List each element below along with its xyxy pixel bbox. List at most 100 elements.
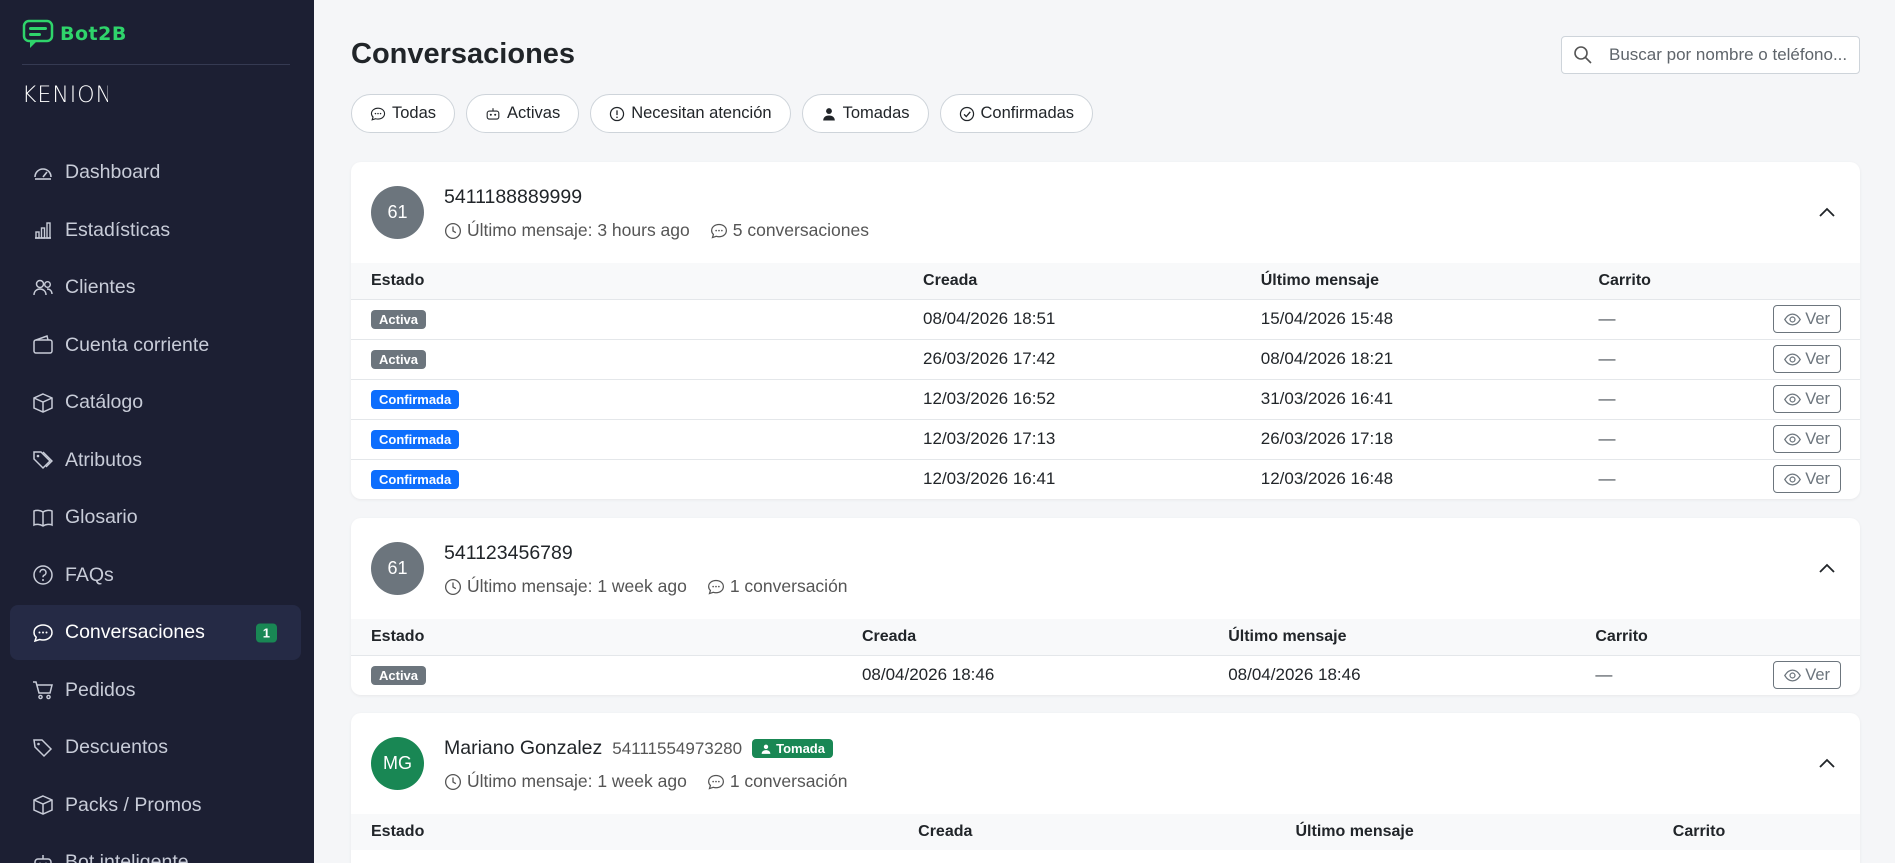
sidebar-item-faqs[interactable]: FAQs xyxy=(10,548,301,603)
filter-label: Necesitan atención xyxy=(631,104,772,122)
sidebar-item-conversaciones[interactable]: Conversaciones 1 xyxy=(10,605,301,660)
sidebar-item-cuenta-corriente[interactable]: Cuenta corriente xyxy=(10,318,301,373)
sidebar-item-label: Clientes xyxy=(65,276,136,298)
sidebar-item-glosario[interactable]: Glosario xyxy=(10,490,301,545)
conversation-table: Estado Creada Último mensaje Carrito Activa 0… xyxy=(351,263,1860,499)
contact-title: 541123456789 xyxy=(444,542,573,565)
view-button[interactable]: Ver xyxy=(1773,425,1841,453)
created-date: 12/03/2026 16:41 xyxy=(923,458,1261,499)
clock-icon xyxy=(444,773,462,790)
view-button[interactable]: Ver xyxy=(1773,661,1841,690)
sidebar-item-catálogo[interactable]: Catálogo xyxy=(10,375,301,430)
conversation-count: 1 conversación xyxy=(729,771,848,791)
conversation-count: 1 conversación xyxy=(729,576,848,596)
tag-icon xyxy=(33,738,53,757)
created-date: 08/04/2026 18:51 xyxy=(923,298,1261,339)
cart-value: — xyxy=(1598,418,1774,459)
filter-todas[interactable]: Todas xyxy=(351,94,456,133)
robot-icon xyxy=(34,854,52,863)
filter-necesitan-atención[interactable]: Necesitan atención xyxy=(590,94,791,133)
chat-icon xyxy=(33,623,53,642)
table-row: Activa 08/04/2026 18:46 08/04/2026 18:46— V… xyxy=(351,654,1860,695)
brand[interactable]: Bot2B xyxy=(22,16,127,52)
robot-icon xyxy=(486,107,500,120)
sidebar-item-bot-inteligente[interactable]: Bot inteligente xyxy=(10,835,301,863)
unread-badge: 1 xyxy=(255,623,277,642)
clock-icon xyxy=(444,578,462,595)
view-button[interactable]: Ver xyxy=(1773,385,1841,413)
brand-name: Bot2B xyxy=(60,23,127,45)
last-message-date: 08/04/2026 18:21 xyxy=(1260,338,1599,379)
view-label: Ver xyxy=(1805,429,1830,448)
col-carrito: Carrito xyxy=(1595,627,1648,645)
status-badge: Confirmada xyxy=(371,390,460,409)
search-input[interactable] xyxy=(1609,45,1849,65)
chevron-up-icon xyxy=(1819,207,1835,217)
contact-header[interactable]: 61 541123456789 Último mensaje: 1 week ago… xyxy=(351,518,1860,619)
sidebar-item-label: Estadísticas xyxy=(65,218,171,241)
sidebar-item-packs-promos[interactable]: Packs / Promos xyxy=(10,778,301,833)
org-logo: KENION xyxy=(22,82,112,112)
view-label: Ver xyxy=(1805,665,1830,684)
table-header-row: Estado Creada Último mensaje Carrito xyxy=(351,619,1860,655)
search-box[interactable] xyxy=(1561,36,1860,74)
sidebar-item-estadísticas[interactable]: Estadísticas xyxy=(10,203,301,258)
col-ultimo-mensaje: Último mensaje xyxy=(1228,627,1347,645)
chat-icon xyxy=(707,774,724,789)
chat-icon xyxy=(710,223,727,238)
col-estado: Estado xyxy=(371,823,425,840)
table-row: Activa 26/03/2026 17:42 08/04/2026 18:21— V… xyxy=(351,338,1860,379)
contact-title: 5411188889999 xyxy=(444,186,582,209)
sidebar-item-pedidos[interactable]: Pedidos xyxy=(10,663,301,718)
sidebar-item-clientes[interactable]: Clientes xyxy=(10,260,301,315)
sidebar: Bot2B KENION Dashboard Estadísticas Client… xyxy=(0,0,314,863)
last-message: Último mensaje: 3 hours ago xyxy=(467,220,690,240)
sidebar-item-dashboard[interactable]: Dashboard xyxy=(10,145,301,200)
sidebar-item-label: Conversaciones xyxy=(65,621,205,643)
last-message-date: 31/03/2026 16:41 xyxy=(1260,378,1599,419)
contact-name: 541123456789 xyxy=(444,542,573,564)
status-badge: Activa xyxy=(371,350,427,369)
contact-card: MG Mariano Gonzalez 54111554973280 Tomada Úl… xyxy=(351,713,1860,863)
contact-meta: Último mensaje: 3 hours ago 5 conversacio… xyxy=(444,220,869,241)
view-label: Ver xyxy=(1805,389,1830,408)
contact-header[interactable]: MG Mariano Gonzalez 54111554973280 Tomada Úl… xyxy=(351,713,1860,814)
main-content: Conversaciones Todas Activas Necesitan ate… xyxy=(314,0,1895,863)
created-date: 08/04/2026 18:46 xyxy=(861,654,1229,695)
col-actions xyxy=(1773,263,1860,299)
cart-value: — xyxy=(1598,338,1774,379)
filter-tomadas[interactable]: Tomadas xyxy=(801,94,929,133)
col-creada: Creada xyxy=(918,823,973,840)
contact-name: Mariano Gonzalez xyxy=(444,737,603,759)
clock-icon xyxy=(444,222,462,239)
contact-header[interactable]: 61 5411188889999 Último mensaje: 3 hours a… xyxy=(351,162,1860,263)
view-button[interactable]: Ver xyxy=(1773,465,1841,494)
view-button[interactable]: Ver xyxy=(1773,345,1841,373)
wallet-icon xyxy=(33,335,53,354)
cart-value: — xyxy=(1598,298,1774,339)
cart-icon xyxy=(33,681,53,700)
view-label: Ver xyxy=(1805,469,1830,488)
view-button[interactable]: Ver xyxy=(1773,305,1841,333)
box-icon xyxy=(33,392,53,413)
col-creada: Creada xyxy=(923,271,978,289)
taken-badge: Tomada xyxy=(752,739,833,758)
filter-confirmadas[interactable]: Confirmadas xyxy=(939,94,1094,133)
col-estado: Estado xyxy=(371,271,425,289)
alert-circle-icon xyxy=(610,106,625,121)
col-ultimo-mensaje: Último mensaje xyxy=(1260,271,1380,289)
sidebar-item-label: Glosario xyxy=(65,506,138,528)
filter-label: Todas xyxy=(392,104,437,122)
status-badge: Activa xyxy=(371,310,427,329)
check-circle-icon xyxy=(959,106,974,121)
sidebar-item-label: FAQs xyxy=(65,563,114,586)
table-header-row: Estado Creada Último mensaje Carrito xyxy=(351,263,1860,299)
sidebar-item-descuentos[interactable]: Descuentos xyxy=(10,720,301,775)
filter-activas[interactable]: Activas xyxy=(466,94,580,133)
sidebar-item-atributos[interactable]: Atributos xyxy=(10,433,301,488)
status-badge: Confirmada xyxy=(371,430,460,449)
conversation-table: Estado Creada Último mensaje Carrito xyxy=(351,814,1860,850)
book-icon xyxy=(33,509,53,527)
chevron-up-icon xyxy=(1819,563,1835,573)
contact-card: 61 5411188889999 Último mensaje: 3 hours a… xyxy=(351,162,1860,499)
